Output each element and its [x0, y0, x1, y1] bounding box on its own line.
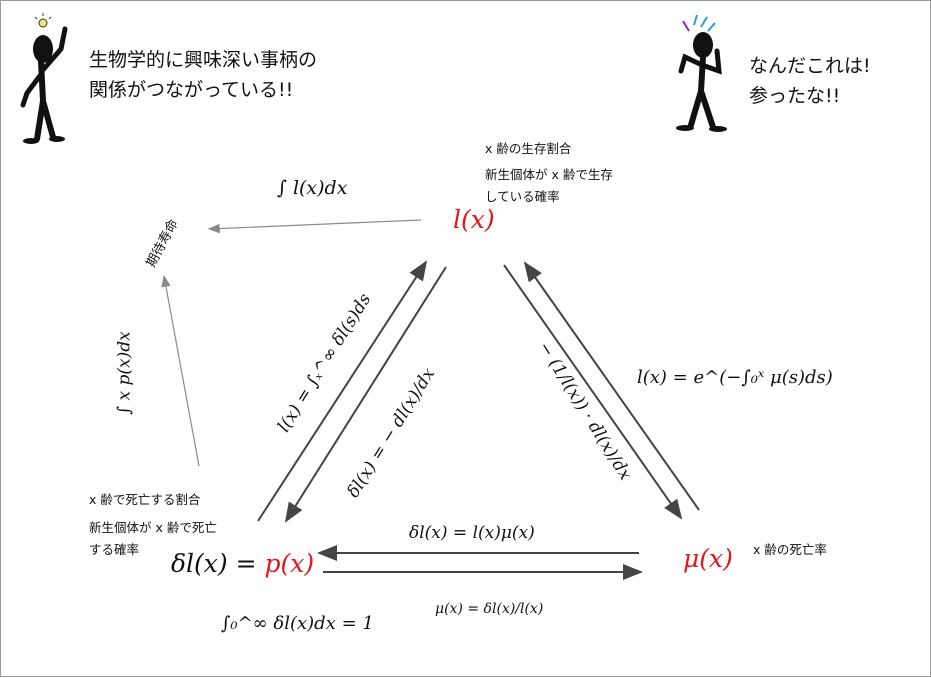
- node-px: δl(x) = p(x): [171, 549, 314, 578]
- speech-right-line2: 参ったな!!: [749, 85, 841, 107]
- person-confused-icon: [676, 14, 727, 132]
- speech-left-line2: 関係がつながっている!!: [89, 79, 294, 101]
- node-px-label: p(x): [264, 549, 315, 578]
- speech-left: 生物学的に興味深い事柄の 関係がつながっている!!: [89, 45, 317, 105]
- eq-lx-from-mu: l(x) = e^(−∫₀ˣ μ(s)ds): [637, 367, 833, 388]
- speech-left-line1: 生物学的に興味深い事柄の: [89, 49, 318, 71]
- speech-right-line1: なんだこれは!: [749, 55, 871, 77]
- lx-note-line3: している確率: [485, 189, 560, 204]
- px-note-line2: 新生個体が x 齢で死亡: [89, 520, 217, 535]
- eq-mu-from-delta: μ(x) = δl(x)/l(x): [435, 601, 544, 617]
- arrow-px-to-life-expectancy: [161, 274, 200, 467]
- px-note-line1: x 齢で死亡する割合: [89, 492, 201, 507]
- eq-integral-xpx: ∫ x p(x)dx: [114, 331, 135, 415]
- speech-right: なんだこれは! 参ったな!!: [749, 51, 871, 111]
- eq-integral-lx: ∫ l(x)dx: [277, 177, 348, 199]
- arrow-lx-to-mux: [503, 264, 683, 520]
- mux-note: x 齢の死亡率: [753, 542, 827, 557]
- lx-note-line1: x 齢の生存割合: [485, 141, 572, 156]
- lx-notes: x 齢の生存割合 新生個体が x 齢で生存 している確率: [485, 138, 613, 208]
- eq-delta-from-mu: δl(x) = l(x)μ(x): [409, 523, 535, 543]
- arrow-px-to-lx: [257, 260, 428, 522]
- lightbulb-icon: [34, 13, 52, 28]
- arrow-lx-to-life-expectancy: [207, 219, 422, 234]
- eq-delta-integral: ∫₀^∞ δl(x)dx = 1: [221, 613, 374, 634]
- node-px-delta: δl(x) =: [171, 549, 265, 578]
- person-idea-icon: [20, 13, 68, 144]
- node-lx: l(x): [453, 205, 495, 234]
- lx-note-line2: 新生個体が x 齢で生存: [485, 167, 613, 182]
- diagram-frame: { "speech": { "left_line1": "生物学的に興味深い事柄…: [0, 0, 931, 677]
- node-mux: μ(x): [683, 544, 733, 573]
